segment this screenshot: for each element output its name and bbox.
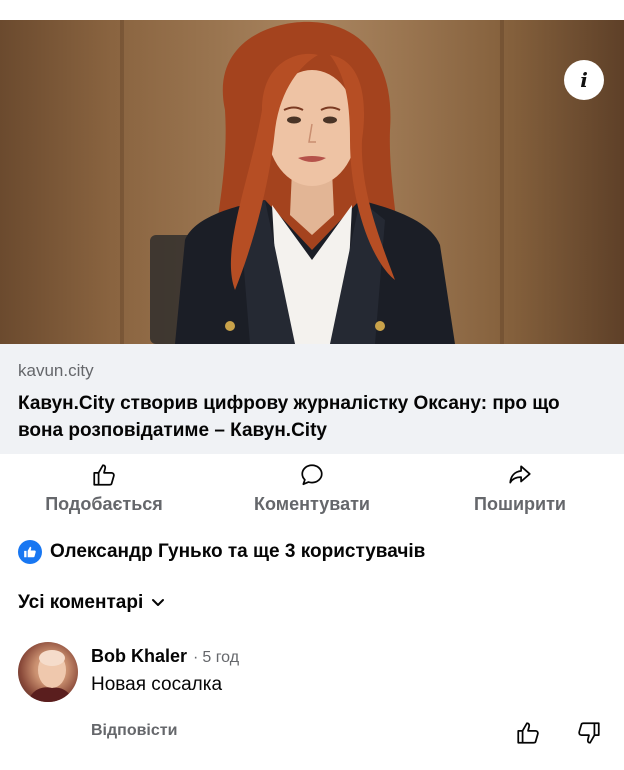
thumbs-up-icon — [93, 464, 115, 486]
like-label: Подобається — [45, 494, 163, 514]
share-arrow-icon — [509, 465, 531, 484]
like-button[interactable]: Подобається — [14, 462, 194, 515]
portrait-illustration — [120, 20, 504, 344]
link-preview[interactable]: kavun.city Кавун.City створив цифрову жу… — [0, 344, 624, 454]
comment-text: Новая сосалка — [91, 674, 223, 695]
comments-filter-dropdown[interactable]: Усі коментарі — [18, 592, 165, 614]
reactions-summary[interactable]: Олександр Гунько та ще 3 користувачів — [18, 540, 425, 564]
comments-filter-label: Усі коментарі — [18, 592, 144, 613]
link-domain: kavun.city — [18, 361, 94, 380]
post-action-bar: Подобається Коментувати Поширити — [0, 462, 624, 522]
comment-bubble-icon — [301, 464, 323, 486]
link-title[interactable]: Кавун.City створив цифрову журналістку О… — [18, 390, 606, 444]
like-badge-icon — [18, 540, 42, 564]
comment-label: Коментувати — [254, 494, 370, 514]
reactions-text: Олександр Гунько та ще 3 користувачів — [50, 541, 426, 562]
comment-timestamp[interactable]: 5 год — [202, 649, 239, 667]
comment-button[interactable]: Коментувати — [222, 462, 402, 515]
chevron-down-icon — [152, 599, 165, 606]
info-icon[interactable]: i — [564, 60, 604, 100]
avatar[interactable] — [18, 642, 78, 702]
comment-downvote-icon[interactable] — [576, 720, 602, 746]
comment-author[interactable]: Bob Khaler — [91, 646, 187, 667]
reply-button[interactable]: Відповісти — [91, 722, 177, 740]
comment-header: Bob Khaler · 5 год — [91, 646, 239, 667]
share-button[interactable]: Поширити — [430, 462, 610, 515]
comment-upvote-icon[interactable] — [515, 720, 541, 746]
share-label: Поширити — [474, 494, 566, 514]
post-image[interactable]: i — [0, 20, 624, 344]
separator-dot: · — [193, 649, 199, 666]
